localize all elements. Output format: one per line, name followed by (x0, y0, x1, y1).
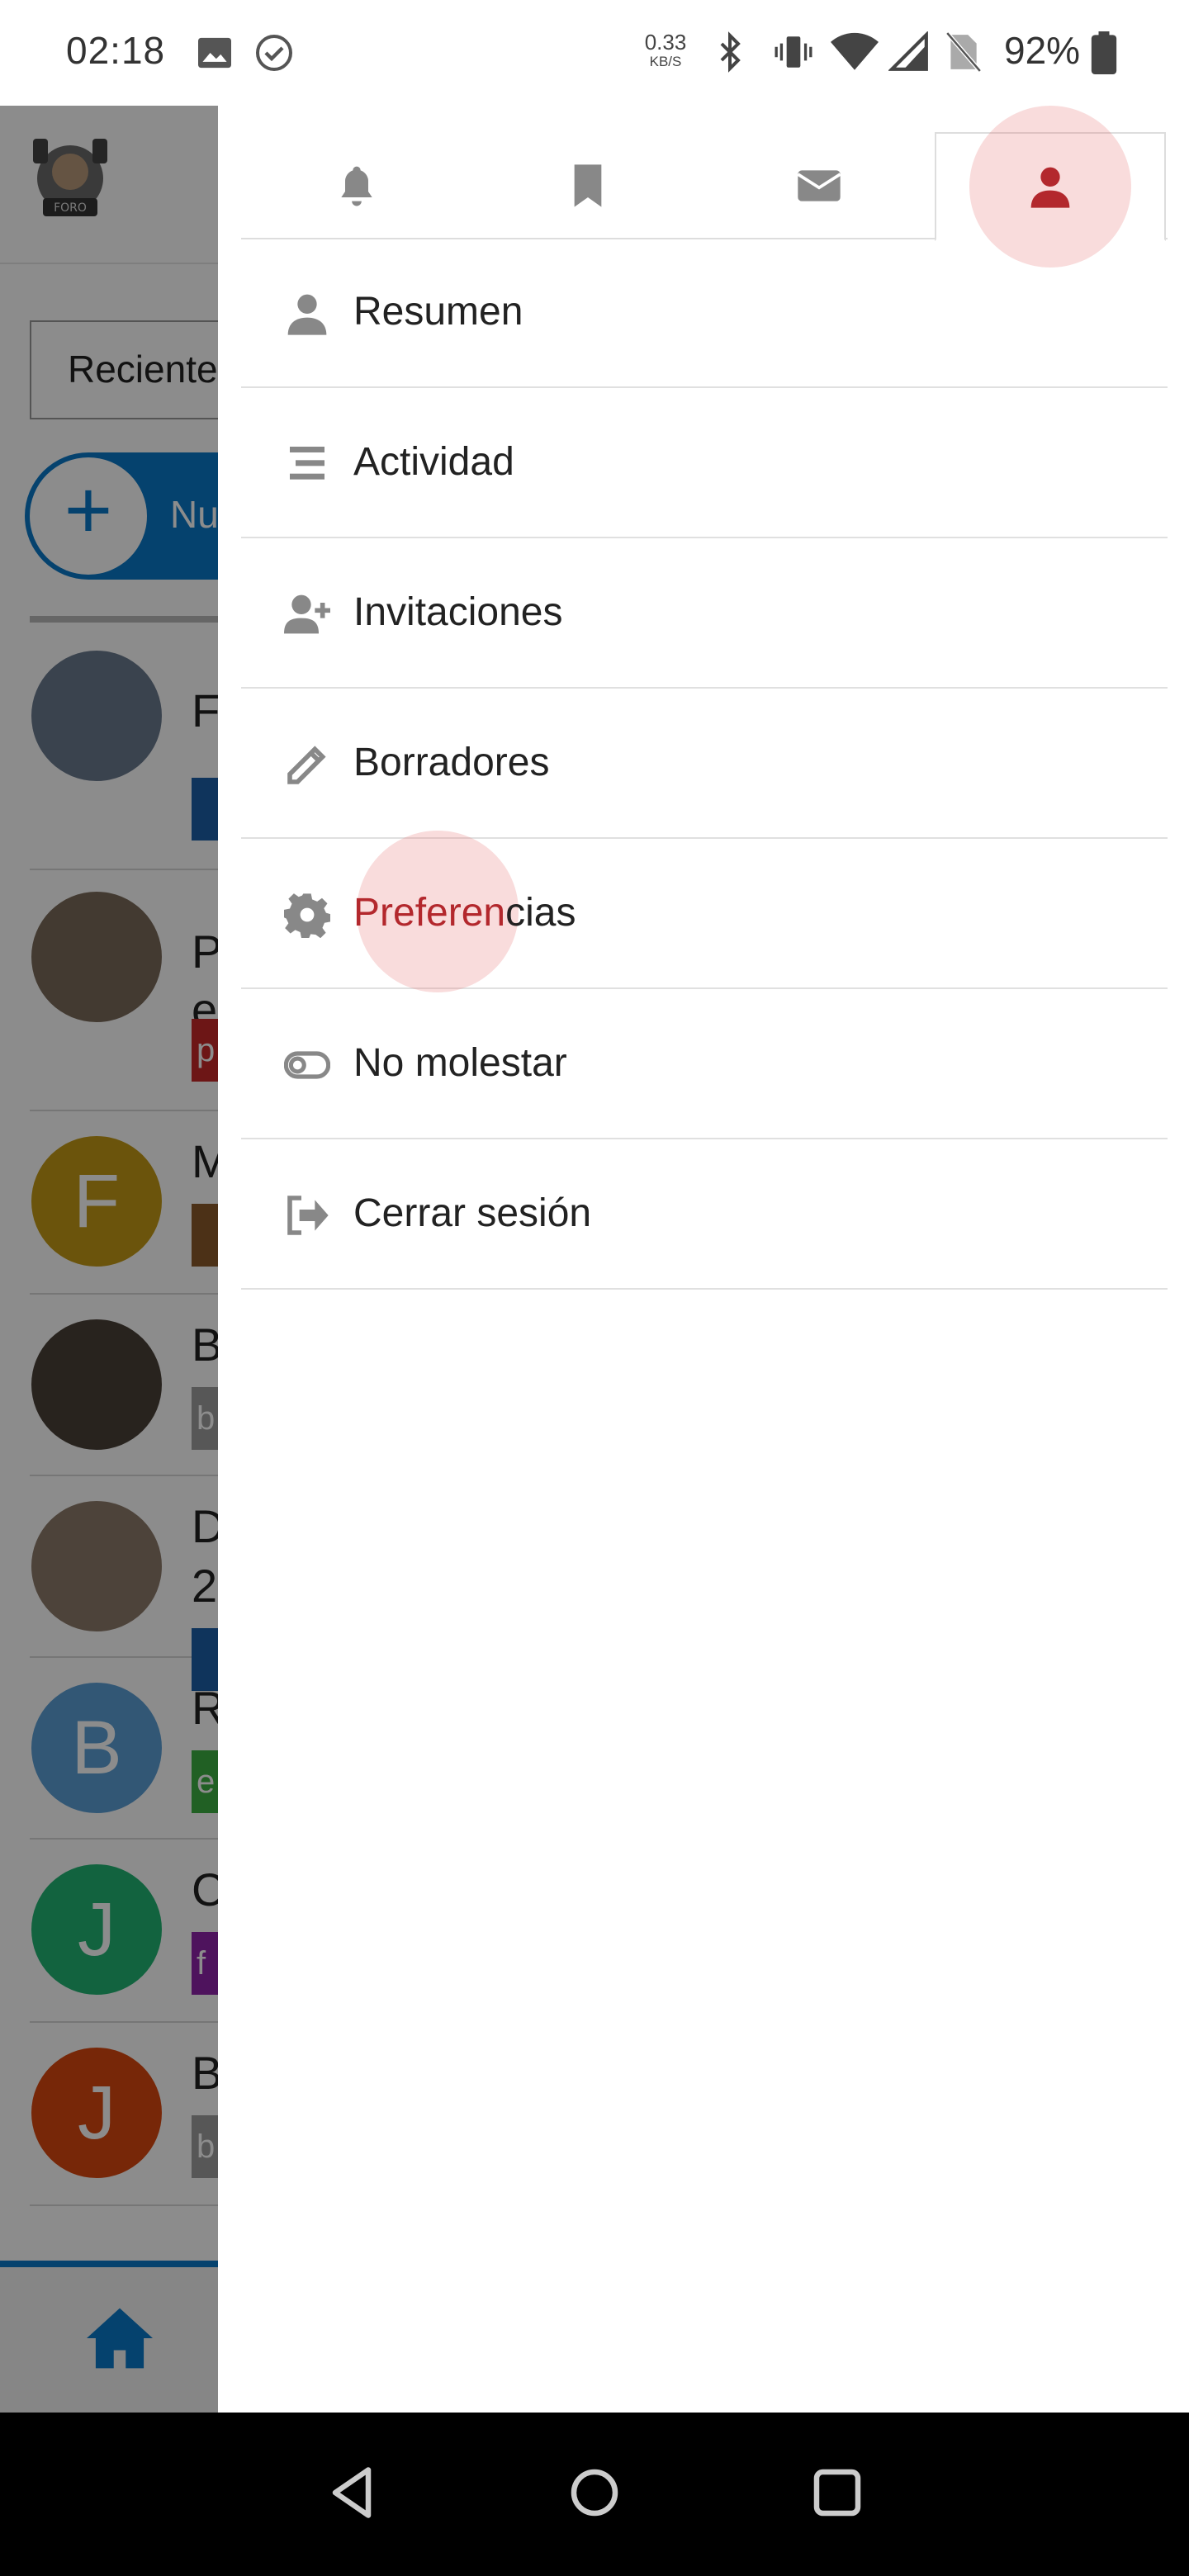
wifi-icon (831, 32, 879, 70)
user-menu-list: Resumen Actividad Invitaciones Borradore… (241, 238, 1168, 1290)
net-speed: 0.33 KB/S (644, 30, 687, 69)
gear-icon (284, 893, 330, 938)
status-bar: 02:18 0.33 KB/S 92% (0, 0, 1189, 106)
toggle-icon (284, 1051, 330, 1079)
bell-icon (341, 166, 372, 206)
menu-item-no-molestar[interactable]: No molestar (241, 989, 1168, 1139)
status-time: 02:18 (66, 29, 166, 72)
signal-icon (888, 31, 928, 71)
check-circle-icon (256, 35, 292, 71)
bluetooth-icon (720, 31, 741, 73)
battery-percent: 92% (1004, 29, 1081, 72)
menu-item-label: Actividad (353, 440, 514, 484)
recents-icon[interactable] (812, 2464, 862, 2522)
menu-item-label: Invitaciones (353, 590, 563, 634)
tab-messages[interactable] (703, 132, 935, 239)
battery-icon (1091, 31, 1117, 74)
vibrate-icon (775, 36, 812, 68)
user-menu-drawer: Resumen Actividad Invitaciones Borradore… (218, 106, 1189, 2413)
tab-notifications[interactable] (241, 132, 472, 239)
user-menu-tabs (241, 106, 1168, 268)
menu-item-label: Borradores (353, 741, 550, 784)
bookmark-icon (574, 164, 602, 207)
menu-item-preferencias[interactable]: Preferencias (241, 831, 1168, 992)
user-icon (1030, 167, 1070, 208)
user-icon (287, 294, 327, 335)
menu-item-invitaciones[interactable]: Invitaciones (241, 538, 1168, 689)
menu-item-label: Resumen (353, 290, 523, 334)
image-icon (198, 37, 231, 69)
envelope-icon (797, 170, 841, 201)
menu-item-cerrar-sesion[interactable]: Cerrar sesión (241, 1139, 1168, 1290)
back-icon[interactable] (327, 2464, 377, 2522)
home-circle-icon[interactable] (570, 2464, 619, 2522)
list-icon (290, 447, 324, 480)
menu-item-label: No molestar (353, 1041, 567, 1085)
pencil-icon (287, 746, 326, 784)
no-sim-icon (945, 31, 981, 73)
menu-item-label: Preferencias (353, 891, 576, 935)
menu-item-label: Cerrar sesión (353, 1191, 592, 1235)
menu-item-resumen[interactable]: Resumen (241, 238, 1168, 388)
menu-item-actividad[interactable]: Actividad (241, 388, 1168, 538)
tab-profile[interactable] (935, 106, 1166, 268)
sign-out-icon (287, 1196, 329, 1235)
user-plus-icon (284, 594, 330, 634)
system-nav-bar (0, 2413, 1189, 2576)
tab-bookmarks[interactable] (472, 132, 703, 239)
menu-item-borradores[interactable]: Borradores (241, 689, 1168, 839)
